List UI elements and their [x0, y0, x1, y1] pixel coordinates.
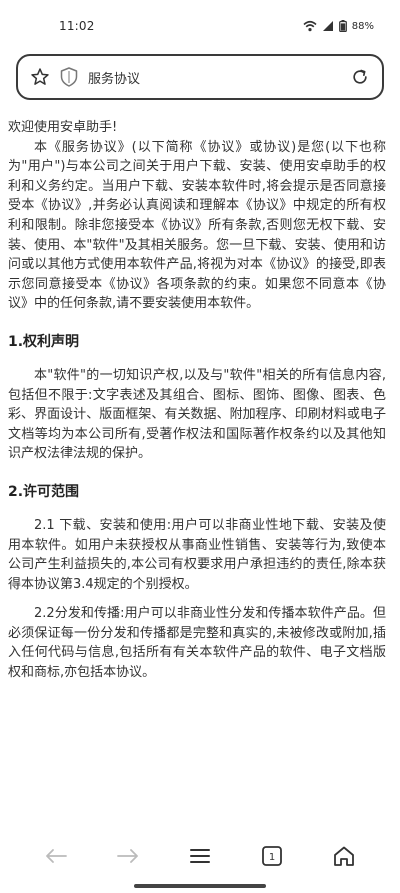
- battery-percent: 88%: [351, 20, 374, 32]
- status-bar: 11:02 88%: [0, 0, 400, 52]
- page-title[interactable]: 服务协议: [88, 68, 350, 87]
- battery-icon: [338, 20, 347, 32]
- menu-icon: [190, 848, 210, 864]
- tabs-icon: 1: [261, 845, 283, 867]
- tab-count: 1: [269, 852, 275, 863]
- forward-icon: [117, 848, 139, 864]
- rights-paragraph: 本"软件"的一切知识产权,以及与"软件"相关的所有信息内容,包括但不限于:文字表…: [8, 367, 386, 462]
- star-icon[interactable]: [30, 67, 50, 87]
- wifi-icon: [303, 20, 317, 32]
- intro-paragraph: 本《服务协议》(以下简称《协议》或协议)是您(以下也称为"用户")与本公司之间关…: [8, 139, 386, 312]
- section-heading-license: 2.许可范围: [8, 483, 80, 500]
- greeting-text: 欢迎使用安卓助手!: [8, 120, 118, 135]
- menu-button[interactable]: [180, 836, 220, 876]
- back-button[interactable]: [36, 836, 76, 876]
- license-paragraph-2-1: 2.1 下载、安装和使用:用户可以非商业性地下载、安装及使用本软件。如用户未获授…: [8, 517, 386, 592]
- status-time: 11:02: [59, 19, 95, 33]
- agreement-content: 欢迎使用安卓助手! 本《服务协议》(以下简称《协议》或协议)是您(以下也称为"用…: [0, 110, 400, 830]
- shield-icon[interactable]: [60, 67, 78, 87]
- address-bar[interactable]: 服务协议: [16, 54, 384, 100]
- tabs-button[interactable]: 1: [252, 836, 292, 876]
- bottom-nav: 1: [0, 836, 400, 876]
- reload-icon[interactable]: [350, 67, 370, 87]
- back-icon: [45, 848, 67, 864]
- license-paragraph-2-2: 2.2分发和传播:用户可以非商业性分发和传播本软件产品。但必须保证每一份分发和传…: [8, 606, 386, 681]
- home-button[interactable]: [324, 836, 364, 876]
- signal-icon: [322, 20, 334, 32]
- home-indicator[interactable]: [134, 884, 266, 888]
- forward-button[interactable]: [108, 836, 148, 876]
- section-heading-rights: 1.权利声明: [8, 333, 80, 350]
- status-icons: 88%: [303, 20, 374, 32]
- home-icon: [333, 846, 355, 866]
